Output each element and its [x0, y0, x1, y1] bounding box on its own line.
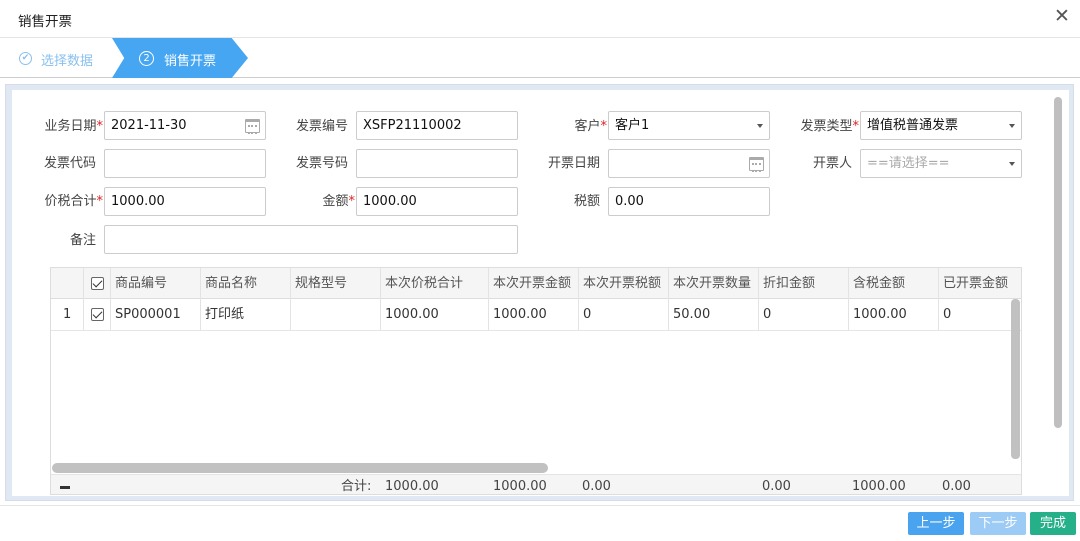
summary-amount: 1000.00 — [493, 479, 547, 494]
cell-spec[interactable] — [291, 299, 381, 330]
summary-label: 合计: — [341, 479, 372, 494]
dialog-footer: 上一步 下一步 完成 — [0, 505, 1080, 541]
invoice-code-label: 发票代码 — [43, 156, 96, 171]
issue-date-label: 开票日期 — [547, 156, 600, 171]
summary-invoiced: 0.00 — [942, 479, 971, 494]
col-header[interactable]: 本次开票金额 — [489, 268, 579, 299]
customer-select[interactable]: 客户1 — [608, 111, 770, 140]
close-icon[interactable]: ✕ — [1053, 5, 1071, 29]
remark-field[interactable] — [104, 225, 518, 254]
cell-invoice-amount[interactable]: 1000.00 — [489, 299, 579, 330]
step-select-data[interactable]: ✔ 选择数据 — [0, 38, 120, 78]
col-header[interactable]: 含税金额 — [849, 268, 939, 299]
row-checkbox[interactable] — [91, 308, 104, 321]
cell-invoiced[interactable]: 0 — [939, 299, 1011, 330]
col-header[interactable]: 折扣金额 — [759, 268, 849, 299]
row-number-header — [51, 268, 84, 299]
grid-header: 商品编号 商品名称 规格型号 本次价税合计 本次开票金额 本次开票税额 本次开票… — [51, 268, 1021, 299]
dialog-titlebar: 销售开票 ✕ — [0, 0, 1080, 38]
invoice-number-field[interactable] — [356, 149, 518, 178]
calendar-icon[interactable] — [749, 157, 764, 172]
issuer-select[interactable]: ==请选择== — [860, 149, 1022, 178]
tax-field[interactable]: 0.00 — [608, 187, 770, 216]
grid-vertical-scrollbar[interactable] — [1011, 299, 1020, 459]
chevron-down-icon — [757, 124, 763, 128]
step-sales-invoice[interactable]: 2 销售开票 — [112, 38, 248, 78]
biz-date-label: 业务日期* — [44, 119, 103, 134]
summary-tax: 0.00 — [582, 479, 611, 494]
row-select-cell[interactable] — [84, 299, 111, 330]
cell-product-code[interactable]: SP000001 — [111, 299, 201, 330]
chevron-down-icon — [1009, 124, 1015, 128]
amount-field[interactable]: 1000.00 — [356, 187, 518, 216]
total-with-tax-label: 价税合计* — [44, 194, 103, 209]
invoice-type-select[interactable]: 增值税普通发票 — [860, 111, 1022, 140]
dialog-title: 销售开票 — [18, 14, 72, 30]
invoice-type-label: 发票类型* — [800, 119, 859, 134]
col-header[interactable]: 商品名称 — [201, 268, 291, 299]
amount-label: 金额* — [322, 194, 355, 209]
next-step-button[interactable]: 下一步 — [970, 512, 1026, 535]
summary-discount: 0.00 — [762, 479, 791, 494]
remark-label: 备注 — [69, 233, 96, 248]
cell-discount[interactable]: 0 — [759, 299, 849, 330]
collapse-icon[interactable] — [60, 486, 70, 489]
col-header[interactable]: 本次价税合计 — [381, 268, 489, 299]
row-index: 1 — [51, 299, 84, 330]
prev-step-button[interactable]: 上一步 — [908, 512, 964, 535]
customer-label: 客户* — [574, 119, 607, 134]
grid-summary-row: 合计: 1000.00 1000.00 0.00 0.00 1000.00 0.… — [51, 474, 1021, 494]
cell-quantity[interactable]: 50.00 — [669, 299, 759, 330]
cell-invoice-tax[interactable]: 0 — [579, 299, 669, 330]
invoice-number-label: 发票号码 — [295, 156, 348, 171]
summary-total-with-tax: 1000.00 — [385, 479, 439, 494]
step-number: 2 — [139, 51, 154, 66]
col-header[interactable]: 本次开票数量 — [669, 268, 759, 299]
tax-label: 税额 — [573, 194, 600, 209]
calendar-icon[interactable] — [245, 119, 260, 134]
page-vertical-scrollbar[interactable] — [1054, 97, 1062, 428]
issue-date-field[interactable] — [608, 149, 770, 178]
total-with-tax-field[interactable]: 1000.00 — [104, 187, 266, 216]
cell-product-name[interactable]: 打印纸 — [201, 299, 291, 330]
cell-total-with-tax[interactable]: 1000.00 — [381, 299, 489, 330]
check-circle-icon: ✔ — [19, 52, 32, 65]
issuer-label: 开票人 — [812, 156, 852, 171]
invoice-code-field[interactable] — [104, 149, 266, 178]
invoice-items-grid: 商品编号 商品名称 规格型号 本次价税合计 本次开票金额 本次开票税额 本次开票… — [50, 267, 1022, 495]
col-header[interactable]: 已开票金额 — [939, 268, 1021, 299]
col-header[interactable]: 本次开票税额 — [579, 268, 669, 299]
invoice-no-label: 发票编号 — [295, 119, 348, 134]
chevron-down-icon — [1009, 162, 1015, 166]
select-all-checkbox[interactable] — [91, 277, 104, 290]
step-label: 选择数据 — [41, 54, 94, 69]
summary-taxed-amount: 1000.00 — [852, 479, 906, 494]
invoice-no-field[interactable]: XSFP21110002 — [356, 111, 518, 140]
finish-button[interactable]: 完成 — [1030, 512, 1076, 535]
col-header[interactable]: 规格型号 — [291, 268, 381, 299]
wizard-steps: ✔ 选择数据 2 销售开票 — [0, 38, 1080, 78]
grid-horizontal-scrollbar[interactable] — [52, 463, 548, 473]
table-row[interactable]: 1 SP000001 打印纸 1000.00 1000.00 0 50.00 0… — [51, 299, 1021, 331]
biz-date-field[interactable]: 2021-11-30 — [104, 111, 266, 140]
cell-taxed-amount[interactable]: 1000.00 — [849, 299, 939, 330]
select-all-cell[interactable] — [84, 268, 111, 299]
step-label: 销售开票 — [164, 54, 217, 69]
col-header[interactable]: 商品编号 — [111, 268, 201, 299]
